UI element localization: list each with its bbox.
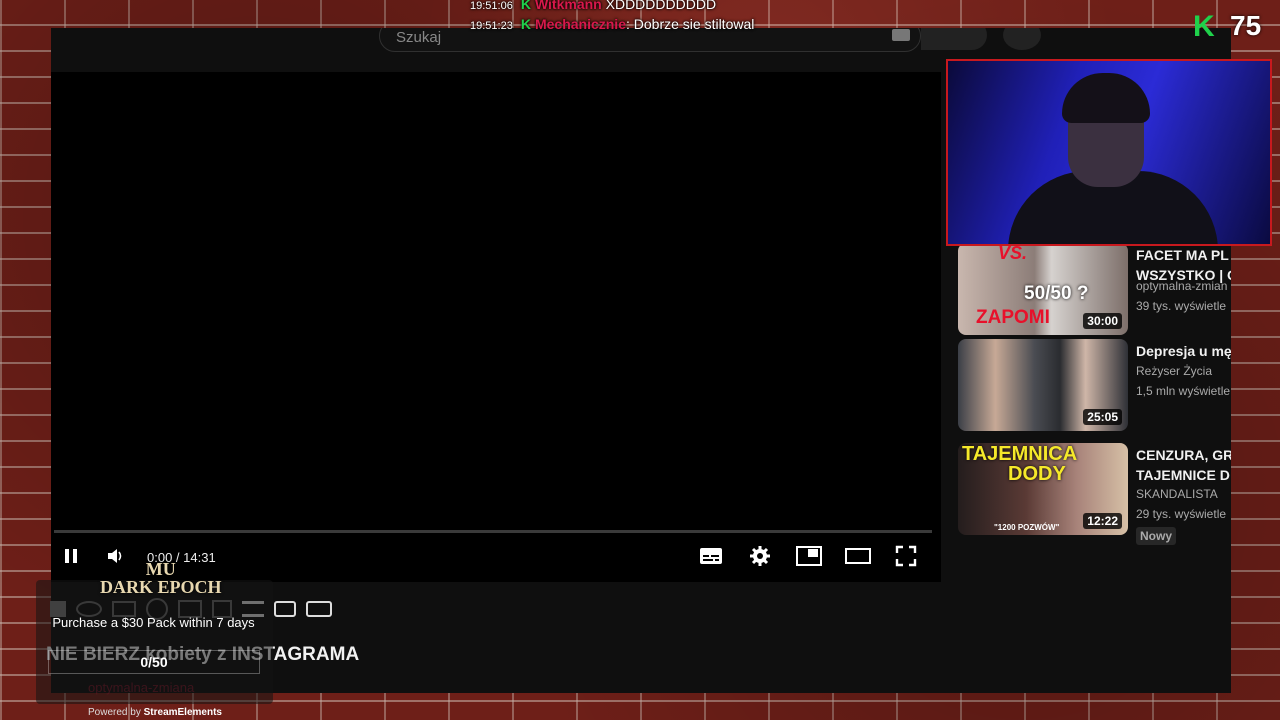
thumb-text: ZAPOMI (976, 307, 1050, 328)
view-count: 29 tys. wyświetle (1136, 507, 1227, 521)
duration-badge: 25:05 (1083, 409, 1122, 425)
camera-icon[interactable] (274, 601, 296, 617)
theater-mode-icon[interactable] (843, 542, 873, 570)
goal-task: Purchase a $30 Pack within 7 days (52, 615, 255, 630)
new-badge: Nowy (1136, 527, 1177, 545)
channel-name[interactable]: optymalna-zmian (1136, 279, 1231, 293)
view-count: 39 tys. wyświetle (1136, 299, 1227, 313)
settings-gear-icon[interactable] (746, 542, 774, 570)
chat-user: Mechanicznie (534, 16, 626, 32)
progress-bar[interactable] (54, 530, 932, 533)
chat-message: 19:51:23 K Mechanicznie: Dobrze sie stilto… (470, 16, 755, 32)
chat-text: XDDDDDDDDDD (605, 0, 717, 12)
chat-message: 19:51:06 K Witkmann XDDDDDDDDDD (470, 0, 770, 12)
recommended-video-2[interactable]: 25:05 Depresja u mę Reżyser Życia 1,5 ml… (958, 339, 1231, 435)
streamelements-goal-widget (36, 580, 273, 704)
chat-time: 19:51:23 (470, 20, 513, 32)
duration-badge: 30:00 (1083, 313, 1122, 329)
channel-name[interactable]: SKANDALISTA (1136, 487, 1231, 501)
search-button[interactable] (921, 28, 987, 50)
keyboard-icon[interactable] (306, 601, 332, 617)
chat-text: Dobrze sie stiltowal (633, 16, 755, 32)
kick-icon: K (520, 16, 531, 32)
channel-name[interactable]: Reżyser Życia (1136, 364, 1231, 378)
kick-logo-icon: K (1193, 10, 1215, 43)
recommended-video-1[interactable]: VS. 50/50 ? ZAPOMI 30:00 FACET MA PL WSZY… (958, 243, 1231, 339)
chat-user: Witkmann (534, 0, 602, 12)
mu-dark-epoch-logo: MU DARK EPOCH (100, 559, 222, 597)
webcam-overlay (946, 59, 1272, 246)
chat-overlay: 19:51:06 K Witkmann XDDDDDDDDDD 19:51:23 K M… (470, 0, 770, 32)
thumb-text: VS. (998, 243, 1028, 263)
video-title[interactable]: Depresja u mę (1136, 341, 1231, 361)
view-count: 1,5 mln wyświetle (1136, 384, 1231, 398)
powered-by: Powered by StreamElements (88, 707, 222, 718)
viewer-count: 75 (1230, 10, 1262, 41)
mic-icon[interactable] (1003, 28, 1041, 50)
thumb-text: "1200 POZWÓW" (994, 523, 1060, 532)
chat-time: 19:51:06 (470, 0, 513, 12)
search-placeholder: Szukaj (396, 29, 442, 46)
duration-badge: 12:22 (1083, 513, 1122, 529)
thumb-text: DODY (1008, 463, 1066, 485)
kick-icon: K (520, 0, 531, 12)
pause-icon[interactable] (59, 542, 83, 570)
thumbnail[interactable]: VS. 50/50 ? ZAPOMI 30:00 (958, 243, 1128, 335)
thumbnail[interactable]: TAJEMNICA DODY "1200 POZWÓW" 12:22 (958, 443, 1128, 535)
miniplayer-icon[interactable] (794, 542, 824, 570)
fullscreen-icon[interactable] (892, 542, 920, 570)
video-title[interactable]: CENZURA, GR TAJEMNICE D (1136, 445, 1231, 485)
streamer-hair (1062, 73, 1150, 123)
recommended-video-3[interactable]: TAJEMNICA DODY "1200 POZWÓW" 12:22 CENZU… (958, 443, 1231, 545)
keyboard-icon[interactable] (892, 29, 910, 41)
thumb-text: 50/50 ? (1024, 283, 1089, 304)
goal-progress: 0/50 (48, 650, 260, 674)
video-player[interactable]: 0:00 / 14:31 (51, 72, 941, 582)
subtitles-icon[interactable] (697, 542, 725, 570)
thumbnail[interactable]: 25:05 (958, 339, 1128, 431)
